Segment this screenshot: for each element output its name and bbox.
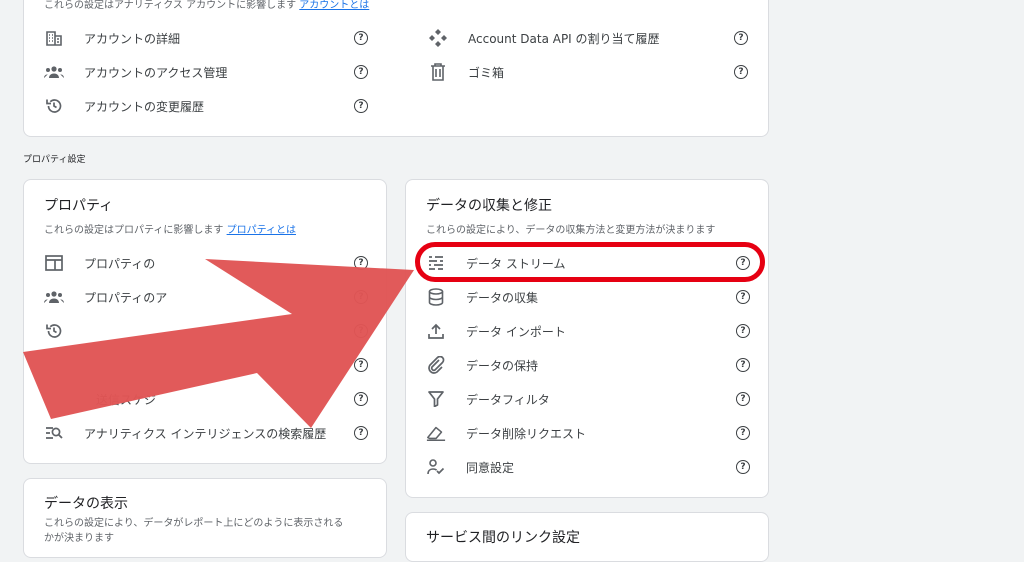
help-icon[interactable]: ? (736, 392, 750, 406)
property-access-label: プロパティのア (84, 290, 168, 305)
account-access-item[interactable]: アカウントのアクセス管理 ? (44, 55, 368, 89)
help-icon[interactable]: ? (736, 426, 750, 440)
help-icon[interactable]: ? (736, 290, 750, 304)
property-details-label: プロパティの (84, 256, 156, 271)
data-display-desc-2: かが決まります (44, 533, 114, 544)
data-collection-card: データの収集と修正 これらの設定により、データの収集方法と変更方法が決まります … (405, 179, 769, 498)
account-access-label: アカウントのアクセス管理 (84, 65, 228, 80)
help-icon[interactable]: ? (354, 290, 368, 304)
data-collection-label: データの収集 (466, 290, 539, 305)
account-help-link[interactable]: アカウントとは (299, 0, 369, 11)
account-api-item[interactable]: Account Data API の割り当て履歴 ? (428, 21, 748, 55)
data-deletion-item[interactable]: データ削除リクエスト ? (426, 416, 750, 450)
data-collection-desc: これらの設定により、データの収集方法と変更方法が決まります (426, 225, 716, 236)
property-card-desc: これらの設定はプロパティに影響します プロパティとは (44, 225, 296, 236)
property-card: プロパティ これらの設定はプロパティに影響します プロパティとは プロパティの … (23, 179, 387, 464)
property-schedule-label: 送信スケジ (96, 392, 157, 407)
account-card-desc: これらの設定はアナリティクス アカウントに影響します アカウントとは (44, 0, 370, 11)
blank-icon (44, 355, 64, 375)
data-display-card: データの表示 これらの設定により、データがレポート上にどのように表示される かが… (23, 478, 387, 558)
property-hidden-item[interactable]: ? (44, 348, 368, 382)
account-details-label: アカウントの詳細 (84, 31, 181, 46)
help-icon[interactable]: ? (354, 31, 368, 45)
clip-icon (426, 355, 446, 375)
upload-icon (426, 321, 446, 341)
people-icon (44, 62, 64, 82)
account-history-label: アカウントの変更履歴 (84, 99, 205, 114)
data-retention-label: データの保持 (466, 358, 539, 373)
data-filter-item[interactable]: データフィルタ ? (426, 382, 750, 416)
help-icon[interactable]: ? (354, 324, 368, 338)
property-help-link[interactable]: プロパティとは (227, 225, 296, 236)
help-icon[interactable]: ? (734, 65, 748, 79)
property-access-item[interactable]: プロパティのア ? (44, 280, 368, 314)
filter-icon (426, 389, 446, 409)
help-icon[interactable]: ? (354, 392, 368, 406)
account-history-item[interactable]: アカウントの変更履歴 ? (44, 89, 368, 123)
database-icon (426, 287, 446, 307)
data-import-item[interactable]: データ インポート ? (426, 314, 750, 348)
account-card: これらの設定はアナリティクス アカウントに影響します アカウントとは アカウント… (23, 0, 769, 137)
data-collection-item[interactable]: データの収集 ? (426, 280, 750, 314)
data-deletion-label: データ削除リクエスト (466, 426, 587, 441)
api-icon (428, 28, 448, 48)
building-icon (44, 28, 64, 48)
help-icon[interactable]: ? (736, 358, 750, 372)
property-details-item[interactable]: プロパティの ? (44, 246, 368, 280)
help-icon[interactable]: ? (734, 31, 748, 45)
property-schedule-item[interactable]: 送信スケジ ? (44, 382, 368, 416)
account-details-item[interactable]: アカウントの詳細 ? (44, 21, 368, 55)
history-icon (44, 321, 64, 341)
trash-label: ゴミ箱 (468, 65, 505, 80)
blank-icon (44, 389, 64, 409)
property-icon (44, 253, 64, 273)
search-history-label: アナリティクス インテリジェンスの検索履歴 (84, 426, 327, 441)
help-icon[interactable]: ? (354, 426, 368, 440)
property-section-label: プロパティ設定 (23, 155, 86, 165)
property-history-item[interactable]: ? (44, 314, 368, 348)
search-history-item[interactable]: アナリティクス インテリジェンスの検索履歴 ? (44, 416, 368, 450)
service-links-title: サービス間のリンク設定 (426, 530, 580, 546)
data-retention-item[interactable]: データの保持 ? (426, 348, 750, 382)
service-links-card: サービス間のリンク設定 (405, 512, 769, 562)
data-display-title: データの表示 (44, 496, 128, 512)
highlight-ellipse (415, 242, 765, 282)
data-collection-title: データの収集と修正 (426, 198, 552, 214)
search-history-icon (44, 423, 64, 443)
help-icon[interactable]: ? (354, 65, 368, 79)
trash-icon (428, 62, 448, 82)
data-display-desc: これらの設定により、データがレポート上にどのように表示される (44, 518, 344, 529)
history-icon (44, 96, 64, 116)
eraser-icon (426, 423, 446, 443)
data-filter-label: データフィルタ (466, 392, 550, 407)
people-icon (44, 287, 64, 307)
consent-item[interactable]: 同意設定 ? (426, 450, 750, 484)
property-card-title: プロパティ (44, 198, 114, 214)
help-icon[interactable]: ? (736, 324, 750, 338)
account-api-label: Account Data API の割り当て履歴 (468, 31, 660, 46)
consent-icon (426, 457, 446, 477)
data-import-label: データ インポート (466, 324, 566, 339)
help-icon[interactable]: ? (354, 358, 368, 372)
help-icon[interactable]: ? (736, 460, 750, 474)
help-icon[interactable]: ? (354, 256, 368, 270)
trash-item[interactable]: ゴミ箱 ? (428, 55, 748, 89)
help-icon[interactable]: ? (354, 99, 368, 113)
consent-label: 同意設定 (466, 460, 515, 475)
